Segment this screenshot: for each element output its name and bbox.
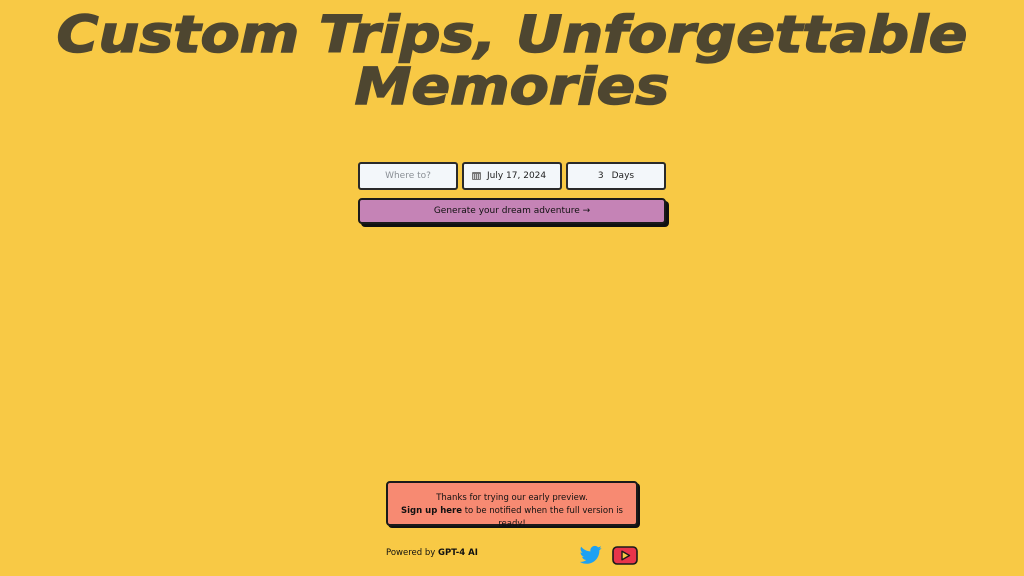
notice-line1: Thanks for trying our early preview. <box>436 493 588 503</box>
date-value: July 17, 2024 <box>487 171 547 181</box>
date-picker[interactable]: July 17, 2024 <box>462 162 562 190</box>
youtube-play-svg <box>612 546 638 565</box>
powered-prefix: Powered by <box>386 548 438 558</box>
notice-line2: Sign up here to be notified when the ful… <box>388 505 636 531</box>
footer: Powered by GPT-4 AI <box>386 545 640 569</box>
signup-link[interactable]: Sign up here <box>401 506 462 516</box>
hero-title-line2: Memories <box>354 58 671 117</box>
generate-adventure-button[interactable]: Generate your dream adventure → <box>358 198 666 224</box>
hero-title-line1: Custom Trips, Unforgettable <box>56 6 968 65</box>
calendar-icon <box>472 172 481 180</box>
twitter-bird-svg <box>579 545 602 564</box>
days-field[interactable]: 3 Days <box>566 162 666 190</box>
trip-form: July 17, 2024 3 Days <box>358 162 666 190</box>
hero-title: Custom Trips, Unforgettable Memories <box>0 6 1024 117</box>
youtube-icon[interactable] <box>612 546 638 565</box>
twitter-icon[interactable] <box>579 545 602 565</box>
destination-field[interactable] <box>358 162 458 190</box>
page: Custom Trips, Unforgettable Memories Jul… <box>0 0 1024 576</box>
destination-input[interactable] <box>366 170 450 182</box>
powered-by: Powered by GPT-4 AI <box>386 548 478 558</box>
notice-line2-text: to be notified when the full version is … <box>462 506 623 529</box>
preview-notice: Thanks for trying our early preview. Sig… <box>386 481 638 529</box>
days-unit: Days <box>611 171 635 181</box>
days-value: 3 <box>597 171 604 181</box>
powered-brand: GPT-4 AI <box>437 548 478 558</box>
